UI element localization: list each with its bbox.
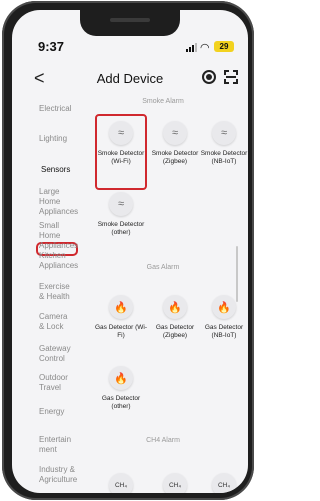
ch4-icon: CH₄ bbox=[109, 473, 133, 493]
device-smoke-detector-wifi[interactable]: ≈ Smoke Detector (Wi-Fi) bbox=[95, 121, 147, 166]
device-gas-detector-nbiot[interactable]: 🔥 Gas Detector (NB-IoT) bbox=[198, 295, 248, 340]
ch4-icon: CH₄ bbox=[163, 473, 187, 493]
section-title-ch4-alarm: CH4 Alarm bbox=[146, 437, 180, 444]
device-label: Gas Detector (other) bbox=[101, 395, 141, 410]
cellular-signal-icon bbox=[186, 43, 200, 52]
sidebar-item-camera-lock[interactable]: Camera & Lock bbox=[39, 312, 73, 332]
device-label: Smoke Detector (Wi-Fi) bbox=[97, 150, 145, 165]
flame-icon: 🔥 bbox=[163, 295, 187, 319]
device-ch4-detector[interactable]: CH₄ bbox=[198, 473, 248, 493]
auto-scan-icon[interactable] bbox=[202, 70, 216, 84]
sidebar-item-kitchen-appliances[interactable]: Kitchen Appliances bbox=[39, 251, 78, 271]
sidebar-item-outdoor-travel[interactable]: Outdoor Travel bbox=[39, 373, 73, 393]
scrollbar[interactable] bbox=[236, 246, 238, 302]
section-title-gas-alarm: Gas Alarm bbox=[146, 264, 180, 271]
device-smoke-detector-zigbee[interactable]: ≈ Smoke Detector (Zigbee) bbox=[149, 121, 201, 166]
notch bbox=[80, 10, 180, 36]
smoke-detector-icon: ≈ bbox=[163, 121, 187, 145]
sidebar-item-exercise-health[interactable]: Exercise & Health bbox=[39, 282, 73, 302]
battery-icon: 29 bbox=[214, 41, 234, 52]
device-label: Gas Detector (Wi-Fi) bbox=[95, 324, 148, 339]
device-label: Smoke Detector (other) bbox=[97, 221, 145, 236]
section-title-smoke-alarm: Smoke Alarm bbox=[142, 98, 184, 105]
category-sidebar: Electrical Lighting Sensors Large Home A… bbox=[12, 90, 84, 493]
device-smoke-detector-nbiot[interactable]: ≈ Smoke Detector (NB-IoT) bbox=[198, 121, 248, 166]
device-list: Smoke Alarm ≈ Smoke Detector (Wi-Fi) ≈ S… bbox=[78, 90, 248, 493]
device-smoke-detector-other[interactable]: ≈ Smoke Detector (other) bbox=[95, 192, 147, 237]
flame-icon: 🔥 bbox=[109, 295, 133, 319]
device-label: Gas Detector (NB-IoT) bbox=[204, 324, 244, 339]
header: < Add Device bbox=[12, 68, 248, 90]
sidebar-item-small-home-appliances[interactable]: Small Home Appliances bbox=[39, 221, 79, 251]
smoke-detector-icon: ≈ bbox=[212, 121, 236, 145]
status-time: 9:37 bbox=[38, 39, 65, 54]
flame-icon: 🔥 bbox=[109, 366, 133, 390]
flame-icon: 🔥 bbox=[212, 295, 236, 319]
speaker bbox=[110, 18, 150, 22]
smoke-detector-icon: ≈ bbox=[109, 192, 133, 216]
device-label: Smoke Detector (Zigbee) bbox=[151, 150, 199, 165]
sidebar-item-entertainment[interactable]: Entertainment bbox=[39, 435, 75, 455]
smoke-detector-icon: ≈ bbox=[109, 121, 133, 145]
ch4-icon: CH₄ bbox=[212, 473, 236, 493]
sidebar-item-industry-agriculture[interactable]: Industry & Agriculture bbox=[39, 465, 79, 485]
device-label: Smoke Detector (NB-IoT) bbox=[200, 150, 248, 165]
phone-frame: 9:37 ◠ 29 < Add Device Electrical Lighti… bbox=[2, 1, 254, 500]
sidebar-item-gateway-control[interactable]: Gateway Control bbox=[39, 344, 73, 364]
device-ch4-detector[interactable]: CH₄ bbox=[95, 473, 147, 493]
qr-scan-icon[interactable] bbox=[224, 70, 238, 84]
device-label: Gas Detector (Zigbee) bbox=[155, 324, 195, 339]
sidebar-item-large-home-appliances[interactable]: Large Home Appliances bbox=[39, 187, 78, 217]
wifi-icon: ◠ bbox=[200, 42, 210, 54]
status-bar: 9:37 ◠ 29 bbox=[12, 39, 248, 55]
device-ch4-detector[interactable]: CH₄ bbox=[149, 473, 201, 493]
device-gas-detector-wifi[interactable]: 🔥 Gas Detector (Wi-Fi) bbox=[95, 295, 147, 340]
device-gas-detector-other[interactable]: 🔥 Gas Detector (other) bbox=[95, 366, 147, 411]
phone-screen: 9:37 ◠ 29 < Add Device Electrical Lighti… bbox=[12, 10, 248, 493]
device-gas-detector-zigbee[interactable]: 🔥 Gas Detector (Zigbee) bbox=[149, 295, 201, 340]
